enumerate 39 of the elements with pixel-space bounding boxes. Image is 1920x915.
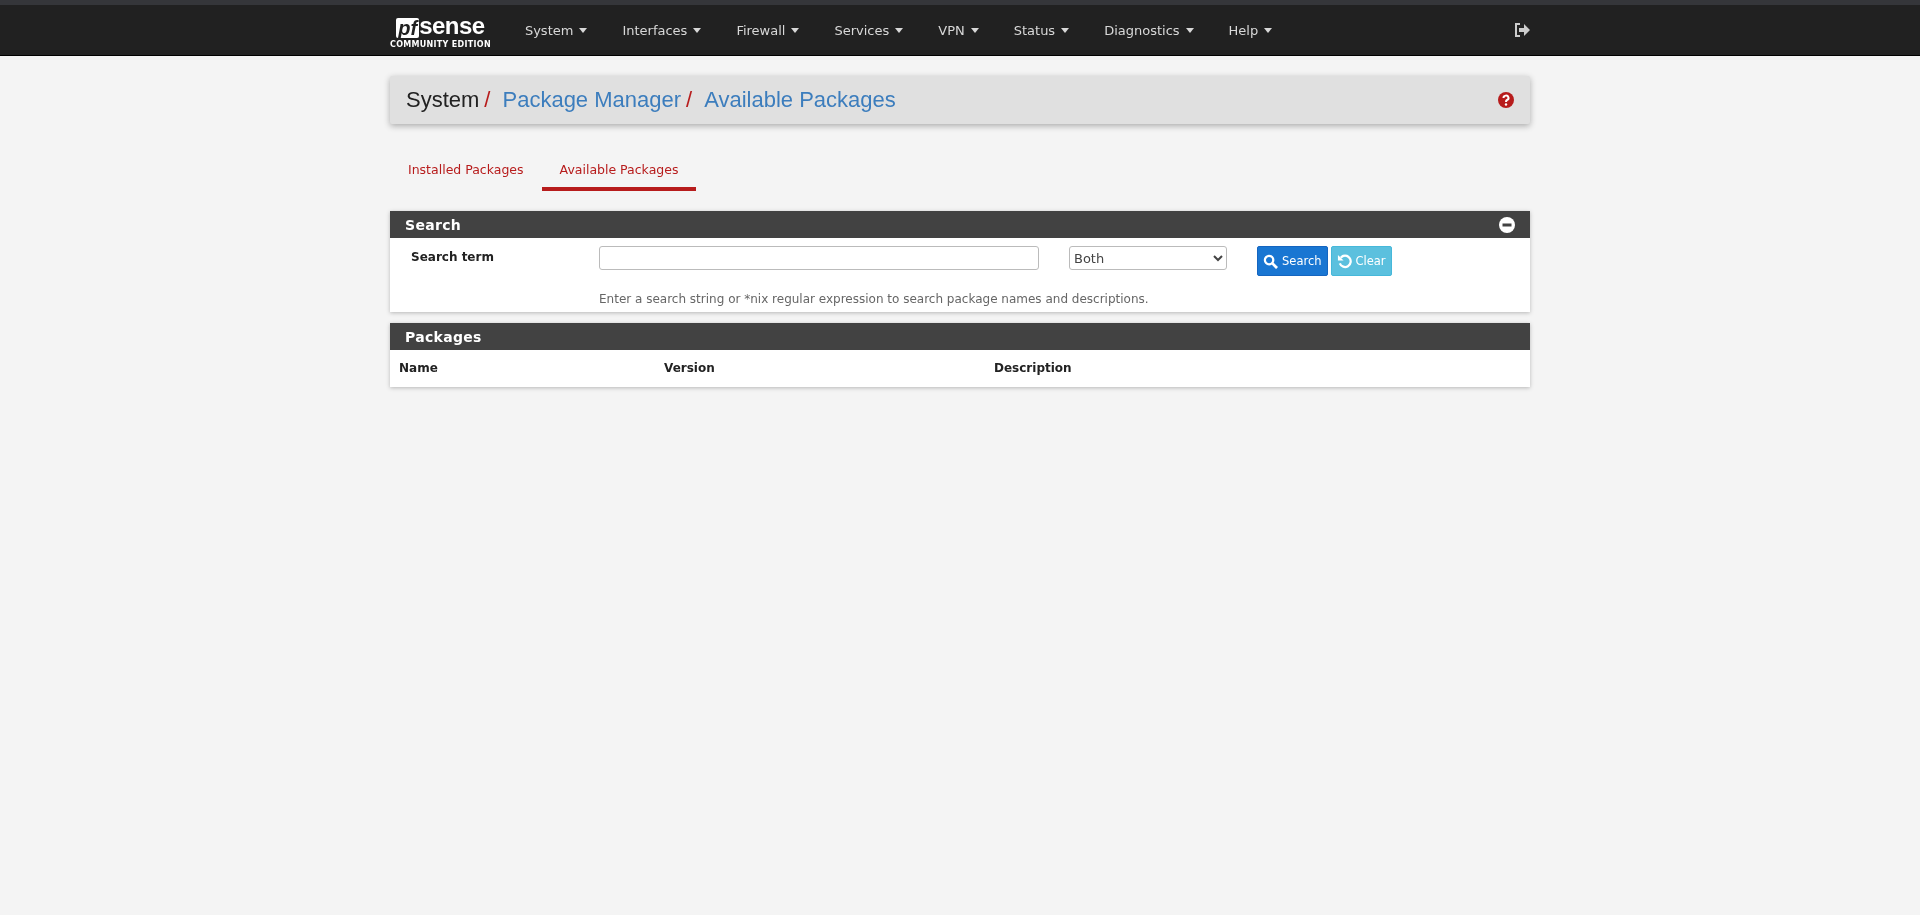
breadcrumb-separator: /: [484, 87, 491, 113]
column-header: Name: [398, 361, 439, 375]
nav-menu[interactable]: Interfaces: [602, 22, 717, 38]
search-button[interactable]: Search: [1257, 246, 1328, 276]
caret-icon: [791, 27, 800, 33]
scope-dropdown[interactable]: Both: [1069, 246, 1227, 270]
caret-icon: [895, 27, 904, 33]
nav-menu[interactable]: Services: [814, 22, 919, 38]
nav-menu[interactable]: Status: [993, 22, 1085, 38]
breadcrumb-separator: /: [686, 87, 693, 113]
logo-wordmark: sense: [419, 13, 485, 38]
caret-icon: [1185, 27, 1194, 33]
search-icon: [1263, 253, 1278, 269]
help-icon[interactable]: [1498, 92, 1514, 108]
nav-menu[interactable]: VPN: [918, 22, 994, 38]
logo-mark: pf: [396, 17, 420, 38]
nav-menu[interactable]: Help: [1208, 22, 1288, 38]
logo-edition: COMMUNITY EDITION: [390, 39, 491, 49]
breadcrumb-root: System: [406, 87, 480, 113]
logout-icon[interactable]: [1514, 23, 1530, 37]
nav-menu[interactable]: Diagnostics: [1084, 22, 1209, 38]
caret-icon: [970, 27, 979, 33]
column-header: Version: [664, 361, 716, 375]
help-text: Enter a search string or *nix regular expression to search package names and descriptions.: [598, 291, 1150, 308]
column-header: Description: [994, 361, 1072, 375]
caret-icon: [579, 27, 588, 33]
caret-icon: [1061, 27, 1070, 33]
nav-menu[interactable]: System: [504, 22, 603, 38]
panel-title: Search: [405, 216, 461, 233]
undo-icon: [1336, 253, 1352, 269]
search-term-field[interactable]: [599, 246, 1039, 270]
field-label: Search term: [410, 249, 495, 264]
panel-title: Packages: [405, 328, 482, 345]
nav-menu[interactable]: Firewall: [716, 22, 815, 38]
caret-icon: [693, 27, 702, 33]
tab[interactable]: Installed Packages: [390, 154, 542, 191]
caret-icon: [1264, 27, 1273, 33]
tab[interactable]: Available Packages: [541, 154, 697, 191]
collapse-icon[interactable]: [1499, 216, 1515, 233]
